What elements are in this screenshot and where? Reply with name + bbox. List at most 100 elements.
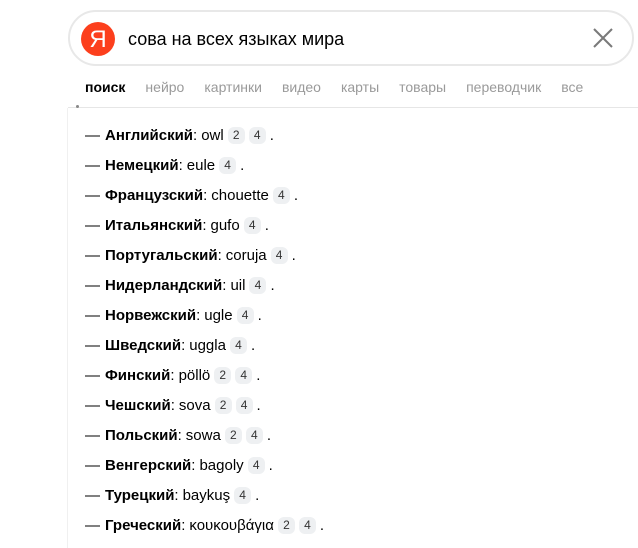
- list-item: — Немецкий: eule 4.: [85, 150, 585, 180]
- source-ref-badge[interactable]: 4: [245, 426, 263, 444]
- tab-0[interactable]: поиск: [85, 78, 125, 100]
- translation-word: sowa: [185, 426, 221, 444]
- colon: :: [178, 156, 183, 174]
- source-ref-badge[interactable]: 2: [224, 426, 242, 444]
- colon: :: [202, 216, 207, 234]
- tab-5[interactable]: товары: [399, 78, 446, 100]
- source-ref-badge[interactable]: 4: [270, 246, 288, 264]
- list-item: — Нидерландский: uil 4.: [85, 270, 585, 300]
- source-ref-badge[interactable]: 2: [277, 516, 295, 534]
- period: .: [291, 246, 296, 264]
- language-name: Португальский: [105, 246, 218, 264]
- translation-word: baykuş: [182, 486, 231, 504]
- translation-word: chouette: [211, 186, 269, 204]
- list-dash: —: [85, 336, 100, 354]
- source-ref-badge[interactable]: 4: [234, 486, 252, 504]
- colon: :: [217, 246, 222, 264]
- search-input[interactable]: [128, 25, 568, 53]
- list-dash: —: [85, 486, 100, 504]
- translation-word: uggla: [189, 336, 226, 354]
- language-name: Нидерландский: [105, 276, 223, 294]
- list-dash: —: [85, 186, 100, 204]
- source-ref-badge[interactable]: 4: [219, 156, 237, 174]
- clear-button[interactable]: [590, 25, 616, 51]
- source-ref-badge[interactable]: 4: [248, 126, 266, 144]
- clipped-previous-line: [76, 98, 116, 108]
- period: .: [250, 336, 256, 354]
- colon: :: [193, 126, 198, 144]
- list-item: — Венгерский: bagoly 4.: [85, 450, 585, 480]
- source-ref-badge[interactable]: 4: [249, 276, 267, 294]
- colon: :: [196, 306, 201, 324]
- period: .: [270, 276, 275, 294]
- source-ref-badge[interactable]: 4: [235, 366, 253, 384]
- period: .: [257, 306, 262, 324]
- period: .: [240, 156, 245, 174]
- list-item: — Турецкий: baykuş 4.: [85, 480, 585, 510]
- source-ref-badge[interactable]: 4: [247, 456, 265, 474]
- list-item: — Французский: chouette 4.: [85, 180, 585, 210]
- yandex-logo[interactable]: Я: [81, 22, 115, 56]
- source-ref-badge[interactable]: 4: [229, 336, 247, 354]
- list-dash: —: [85, 246, 100, 264]
- list-item: — Португальский: coruja 4.: [85, 240, 585, 270]
- list-dash: —: [85, 216, 100, 234]
- tab-1[interactable]: нейро: [145, 78, 184, 100]
- tab-7[interactable]: все: [561, 78, 583, 100]
- source-ref-badge[interactable]: 4: [272, 186, 290, 204]
- translation-word: eule: [186, 156, 216, 174]
- period: .: [256, 396, 261, 414]
- tab-2[interactable]: картинки: [204, 78, 262, 100]
- language-name: Немецкий: [105, 156, 179, 174]
- tab-3[interactable]: видео: [282, 78, 321, 100]
- translation-word: κουκουβάγια: [189, 516, 274, 534]
- colon: :: [170, 396, 175, 414]
- tabs-divider: [68, 107, 638, 108]
- tab-4[interactable]: карты: [341, 78, 379, 100]
- source-ref-badge[interactable]: 4: [243, 216, 261, 234]
- source-ref-badge[interactable]: 2: [227, 126, 245, 144]
- translation-word: coruja: [225, 246, 267, 264]
- language-name: Шведский: [105, 336, 182, 354]
- source-ref-badge[interactable]: 2: [214, 366, 232, 384]
- language-name: Финский: [105, 366, 171, 384]
- list-item: — Польский: sowa 2 4.: [85, 420, 585, 450]
- list-dash: —: [85, 456, 100, 474]
- period: .: [255, 486, 260, 504]
- colon: :: [203, 186, 208, 204]
- source-ref-badge[interactable]: 4: [235, 396, 253, 414]
- content-left-rule: [67, 108, 68, 548]
- list-item: — Греческий: κουκουβάγια 2 4.: [85, 510, 585, 540]
- close-icon: [593, 28, 613, 48]
- period: .: [293, 186, 298, 204]
- list-item: — Английский: owl 2 4.: [85, 120, 585, 150]
- list-dash: —: [85, 366, 100, 384]
- language-name: Турецкий: [105, 486, 175, 504]
- language-name: Итальянский: [105, 216, 203, 234]
- colon: :: [181, 516, 186, 534]
- language-name: Французский: [105, 186, 204, 204]
- source-ref-badge[interactable]: 2: [214, 396, 232, 414]
- translation-word: sova: [178, 396, 211, 414]
- source-ref-badge[interactable]: 4: [236, 306, 254, 324]
- language-name: Норвежский: [105, 306, 197, 324]
- colon: :: [191, 456, 196, 474]
- colon: :: [174, 486, 179, 504]
- language-name: Греческий: [105, 516, 182, 534]
- list-dash: —: [85, 126, 100, 144]
- translation-word: gufo: [210, 216, 240, 234]
- period: .: [264, 216, 269, 234]
- list-dash: —: [85, 156, 100, 174]
- logo-letter: Я: [89, 25, 107, 53]
- source-ref-badge[interactable]: 4: [298, 516, 316, 534]
- list-item: — Шведский: uggla 4.: [85, 330, 585, 360]
- colon: :: [222, 276, 227, 294]
- language-name: Английский: [105, 126, 194, 144]
- list-dash: —: [85, 426, 100, 444]
- tab-6[interactable]: переводчик: [466, 78, 541, 100]
- translation-list: — Английский: owl 2 4. — Немецкий: eule 4. — Франц…: [85, 120, 585, 540]
- colon: :: [177, 426, 182, 444]
- period: .: [269, 126, 274, 144]
- search-box[interactable]: Я: [68, 10, 634, 66]
- period: .: [266, 426, 271, 444]
